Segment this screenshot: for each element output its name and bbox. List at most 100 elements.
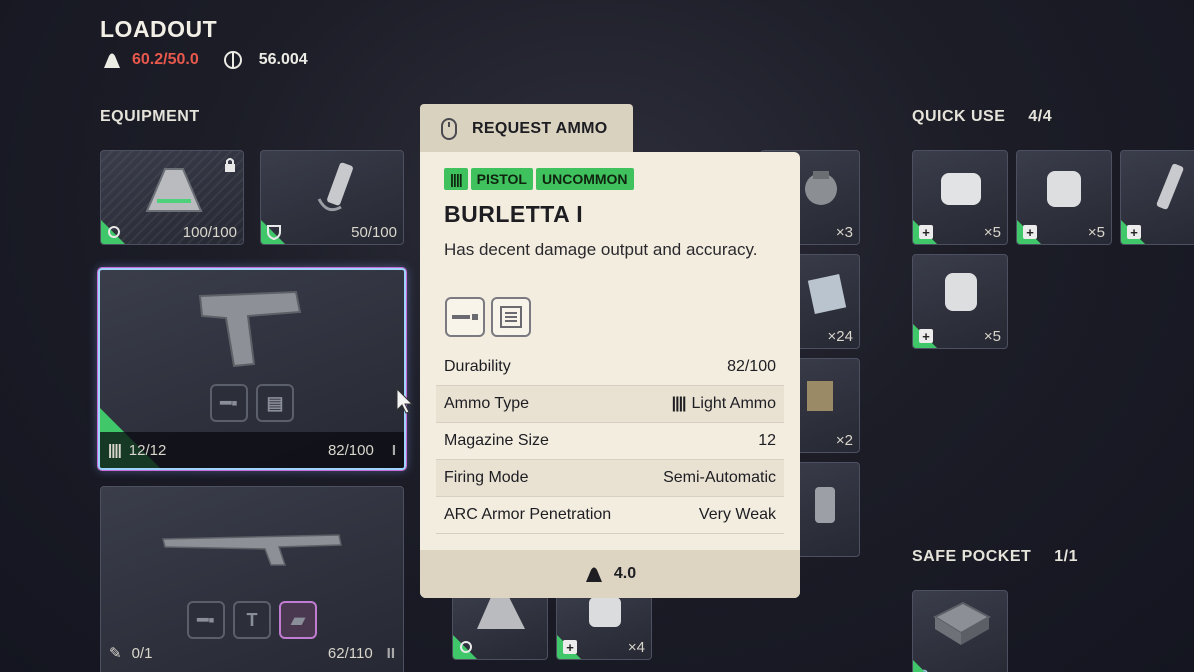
box-item-icon [807,381,833,411]
backpack-slot[interactable] [452,590,548,660]
stat-label: Magazine Size [444,432,549,449]
bandage-item-icon [941,173,981,205]
stat-row: Magazine Size 12 [436,423,784,460]
page-title: LOADOUT [100,16,218,42]
bandage-item-icon [945,273,977,311]
item-name: BURLETTA I [444,201,584,227]
material-item-icon [807,274,847,314]
shield-slot[interactable]: 50/100 [260,150,404,245]
stat-value: Very Weak [698,506,776,523]
quick-use-header: QUICK USE 4/4 [912,108,1052,126]
quick-use-label: QUICK USE [912,108,1006,125]
stat-label: Firing Mode [444,469,529,486]
coin-value: 56.004 [258,51,308,68]
backpack-qty: ×3 [835,223,853,241]
backpack-qty: ×24 [827,327,853,345]
consumable-icon: + [919,225,933,240]
request-ammo-label: REQUEST AMMO [472,120,608,137]
stock-mod-icon[interactable]: T [233,601,271,639]
stat-value: Light Ammo [691,395,776,412]
ammo-icon: ✎ [109,645,122,662]
mouse-icon [441,118,457,140]
stat-value: Semi-Automatic [663,469,776,486]
rarity-tag: UNCOMMON [535,168,634,190]
ammo-type-icon: |||| [671,395,687,412]
container-item-icon [932,601,992,645]
barrel-mod-icon[interactable]: ━▪ [187,601,225,639]
item-weight: 4.0 [420,550,800,598]
safe-pocket-header: SAFE POCKET 1/1 [912,548,1078,566]
augment-icon [108,226,120,238]
augment-item-icon [145,168,203,212]
item-tooltip: |||| PISTOL UNCOMMON BURLETTA I Has dece… [420,152,800,598]
quick-use-qty: ×5 [983,223,1001,241]
item-tags: |||| PISTOL UNCOMMON [444,168,634,190]
weapon-slot-2[interactable]: ━▪ T ▰ ✎ 0/1 62/110 II [100,486,404,672]
quick-use-count: 4/4 [1028,108,1053,125]
quick-use-slot[interactable]: + ×5 [1016,150,1112,245]
weapon2-slot-number: II [386,644,395,662]
stats-table: Durability 82/100 Ammo Type |||| Light A… [436,349,784,534]
bandage-item-icon [589,597,621,627]
item-type-tag: PISTOL [470,168,533,190]
ammo-type-icon: |||| [444,168,468,190]
stat-value: 12 [758,432,776,449]
lock-icon [225,158,235,172]
quick-use-slot[interactable]: + ×5 [912,254,1008,349]
quick-use-qty: ×5 [1087,223,1105,241]
augment-durability: 100/100 [182,223,237,241]
magazine-mod-icon[interactable]: ▤ [256,384,294,422]
weight-icon [104,53,120,68]
weight-value: 60.2/50.0 [132,51,199,68]
ammo-icon: |||| [108,441,122,459]
shield-icon [267,225,281,240]
pistol-item-icon [198,290,302,368]
quick-use-qty: ×5 [983,327,1001,345]
weapon1-durability: 82/100 [327,441,374,459]
bandage-item-icon [1047,171,1081,207]
weapon1-slot-number: I [391,441,396,459]
quick-use-slot[interactable]: + [1120,150,1194,245]
backpack-qty: ×2 [835,431,853,449]
weapon2-ammo: 0/1 [131,644,153,662]
stat-value: 82/100 [727,358,776,375]
gadget-item-icon [815,487,835,523]
equipment-label: EQUIPMENT [100,108,200,125]
consumable-icon: + [1023,225,1037,240]
safe-pocket-label: SAFE POCKET [912,548,1032,565]
backpack-qty: ×4 [627,638,645,656]
shield-durability: 50/100 [351,223,397,241]
weight-icon [585,567,602,582]
augment-item-icon [477,597,525,629]
stat-label: Durability [444,358,511,375]
item-description: Has decent damage output and accuracy. [444,240,758,259]
attachment-mod-icon[interactable]: ▰ [279,601,317,639]
coin-icon [223,51,242,69]
weapon2-durability: 62/110 [327,644,373,662]
item-weight-value: 4.0 [613,565,637,582]
consumable-icon: + [919,329,933,344]
consumable-icon: + [1127,225,1141,240]
augment-icon [460,641,472,653]
loadout-stats: 60.2/50.0 56.004 [102,50,308,70]
stat-label: ARC Armor Penetration [444,506,612,523]
augment-slot[interactable]: 100/100 [100,150,244,245]
stat-row: ARC Armor Penetration Very Weak [436,497,784,534]
mouse-cursor-icon [396,388,414,414]
weapon-slot-1[interactable]: ━▪ ▤ |||| 12/12 82/100 I [98,268,406,470]
safe-pocket-slot[interactable]: 🔧 ×1 [912,590,1008,672]
barrel-mod-icon [445,297,485,337]
backpack-slot[interactable]: + ×4 [556,590,652,660]
request-ammo-button[interactable]: REQUEST AMMO [420,104,633,154]
weapon1-ammo: 12/12 [128,441,167,459]
grenade-item-icon [805,171,837,205]
barrel-mod-icon[interactable]: ━▪ [210,384,248,422]
magazine-mod-icon [491,297,531,337]
quick-use-slot[interactable]: + ×5 [912,150,1008,245]
safe-pocket-count: 1/1 [1054,548,1078,565]
shield-item-icon [317,162,353,212]
injector-item-icon [1156,163,1184,210]
stat-row: Durability 82/100 [436,349,784,386]
mod-slots [445,297,531,337]
consumable-icon: + [563,640,577,655]
